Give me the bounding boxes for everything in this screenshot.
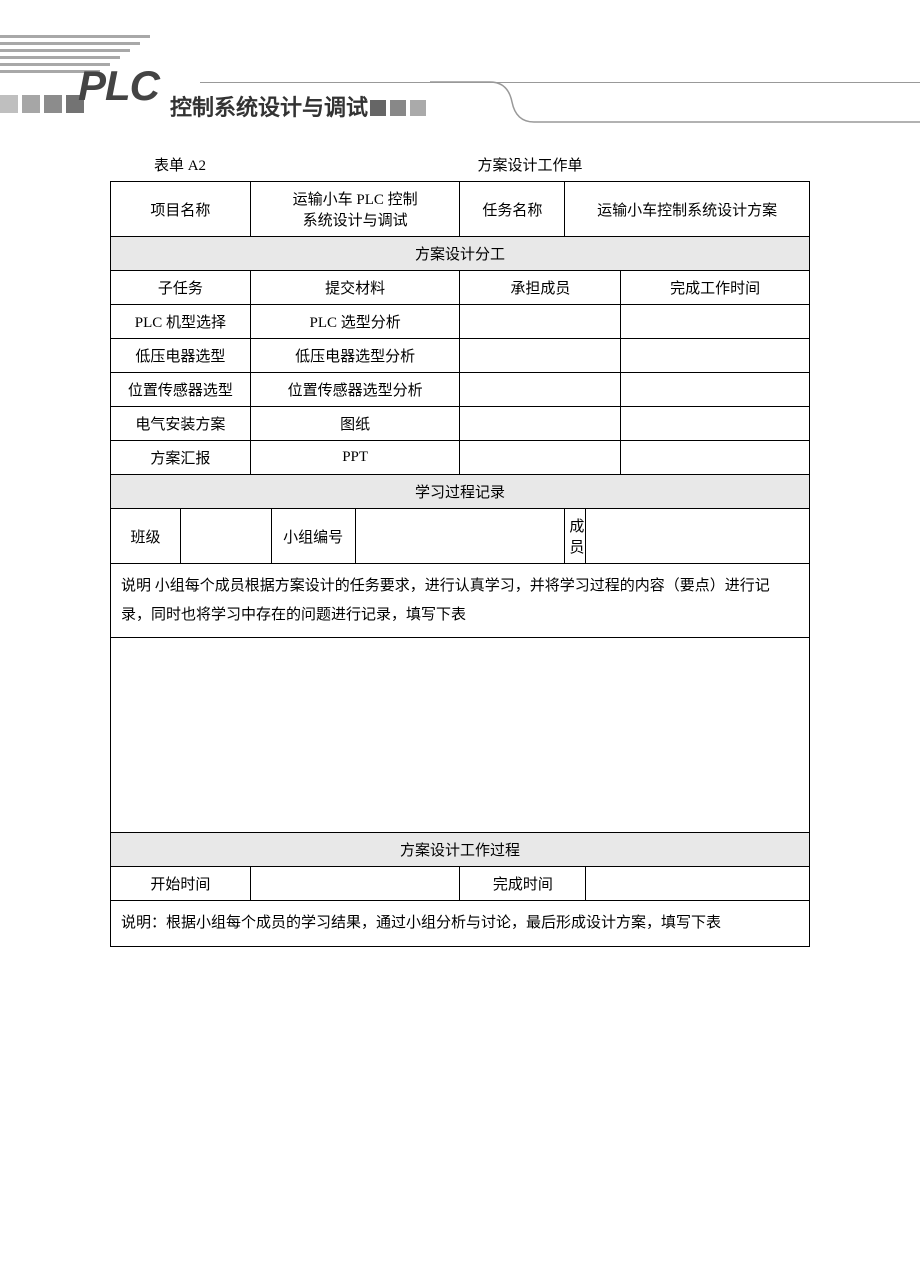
section-header: 方案设计分工 xyxy=(111,237,810,271)
material-cell: 图纸 xyxy=(250,407,460,441)
subtask-cell: 方案汇报 xyxy=(111,441,251,475)
table-row: PLC 机型选择 PLC 选型分析 xyxy=(111,305,810,339)
material-cell: 位置传感器选型分析 xyxy=(250,373,460,407)
member-label: 成员 xyxy=(565,509,586,564)
table-row: 班级 小组编号 成员 xyxy=(111,509,810,564)
header-squares-left xyxy=(0,95,84,113)
col-time: 完成工作时间 xyxy=(621,271,810,305)
time-cell xyxy=(621,441,810,475)
group-label: 小组编号 xyxy=(271,509,355,564)
subtask-cell: PLC 机型选择 xyxy=(111,305,251,339)
task-name-label: 任务名称 xyxy=(460,182,565,237)
table-row: 低压电器选型 低压电器选型分析 xyxy=(111,339,810,373)
material-cell: PPT xyxy=(250,441,460,475)
record-note: 说明 小组每个成员根据方案设计的任务要求，进行认真学习，并将学习过程的内容（要点… xyxy=(111,564,810,638)
worksheet-table: 项目名称 运输小车 PLC 控制 系统设计与调试 任务名称 运输小车控制系统设计… xyxy=(110,181,810,947)
table-row: 说明：根据小组每个成员的学习结果，通过小组分析与讨论，最后形成设计方案，填写下表 xyxy=(111,901,810,947)
logo-plc: PLC xyxy=(78,62,159,110)
col-material: 提交材料 xyxy=(250,271,460,305)
end-time-value xyxy=(586,867,810,901)
process-note: 说明：根据小组每个成员的学习结果，通过小组分析与讨论，最后形成设计方案，填写下表 xyxy=(111,901,810,947)
member-cell xyxy=(460,441,621,475)
time-cell xyxy=(621,339,810,373)
table-row: 电气安装方案 图纸 xyxy=(111,407,810,441)
section-header: 学习过程记录 xyxy=(111,475,810,509)
time-cell xyxy=(621,305,810,339)
member-cell xyxy=(460,339,621,373)
time-cell xyxy=(621,407,810,441)
table-row: 说明 小组每个成员根据方案设计的任务要求，进行认真学习，并将学习过程的内容（要点… xyxy=(111,564,810,638)
table-row: 方案汇报 PPT xyxy=(111,441,810,475)
page-subtitle: 控制系统设计与调试 xyxy=(170,90,368,122)
form-header: 表单 A2 方案设计工作单 xyxy=(110,150,810,181)
section-header: 方案设计工作过程 xyxy=(111,833,810,867)
class-value xyxy=(180,509,271,564)
col-subtask: 子任务 xyxy=(111,271,251,305)
project-name-label: 项目名称 xyxy=(111,182,251,237)
form-number: 表单 A2 xyxy=(110,154,250,175)
table-row: 开始时间 完成时间 xyxy=(111,867,810,901)
table-row: 项目名称 运输小车 PLC 控制 系统设计与调试 任务名称 运输小车控制系统设计… xyxy=(111,182,810,237)
header-curve xyxy=(430,80,920,125)
project-name-value: 运输小车 PLC 控制 系统设计与调试 xyxy=(250,182,460,237)
section-record-title: 学习过程记录 xyxy=(111,475,810,509)
material-cell: PLC 选型分析 xyxy=(250,305,460,339)
form-title: 方案设计工作单 xyxy=(250,154,810,175)
member-value xyxy=(586,509,810,564)
member-cell xyxy=(460,373,621,407)
worksheet-form: 表单 A2 方案设计工作单 项目名称 运输小车 PLC 控制 系统设计与调试 任… xyxy=(110,150,810,947)
start-time-label: 开始时间 xyxy=(111,867,251,901)
member-cell xyxy=(460,407,621,441)
section-process-title: 方案设计工作过程 xyxy=(111,833,810,867)
group-value xyxy=(355,509,565,564)
table-row: 位置传感器选型 位置传感器选型分析 xyxy=(111,373,810,407)
task-name-value: 运输小车控制系统设计方案 xyxy=(565,182,810,237)
table-row: 子任务 提交材料 承担成员 完成工作时间 xyxy=(111,271,810,305)
subtask-cell: 位置传感器选型 xyxy=(111,373,251,407)
header-squares-right xyxy=(370,100,426,116)
subtask-cell: 低压电器选型 xyxy=(111,339,251,373)
end-time-label: 完成时间 xyxy=(460,867,586,901)
start-time-value xyxy=(250,867,460,901)
class-label: 班级 xyxy=(111,509,181,564)
col-member: 承担成员 xyxy=(460,271,621,305)
table-row xyxy=(111,638,810,833)
material-cell: 低压电器选型分析 xyxy=(250,339,460,373)
time-cell xyxy=(621,373,810,407)
member-cell xyxy=(460,305,621,339)
section-division-title: 方案设计分工 xyxy=(111,237,810,271)
subtask-cell: 电气安装方案 xyxy=(111,407,251,441)
record-entry-area xyxy=(111,638,810,833)
